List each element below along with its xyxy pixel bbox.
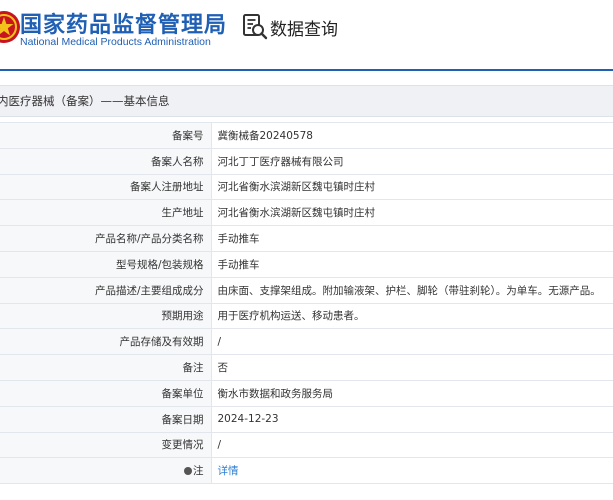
header-divider: [0, 69, 613, 71]
table-row: 备案单位 衡水市数据和政务服务局: [0, 379, 613, 407]
table-row: 备案人注册地址 河北省衡水滨湖新区魏屯镇时庄村: [0, 173, 613, 201]
national-emblem-icon: [0, 11, 20, 43]
table-row: 预期用途 用于医疗机构运送、移动患者。: [0, 302, 613, 330]
field-value: 河北省衡水滨湖新区魏屯镇时庄村: [211, 199, 613, 227]
document-search-icon: [243, 14, 268, 40]
field-label: 备案人名称: [0, 147, 212, 175]
field-value: 手动推车: [211, 250, 613, 278]
details-link[interactable]: 详情: [218, 465, 239, 477]
field-value: 河北省衡水滨湖新区魏屯镇时庄村: [211, 173, 613, 201]
field-value: 用于医疗机构运送、移动患者。: [211, 302, 613, 330]
field-value: 由床面、支撑架组成。附加输液架、护栏、脚轮（带驻刹轮）。为单车。无源产品。: [211, 276, 613, 304]
table-row: 型号规格/包装规格 手动推车: [0, 250, 613, 278]
field-label: 备案日期: [0, 405, 212, 433]
table-row: 注 详情: [0, 457, 613, 485]
field-value: 2024-12-23: [211, 405, 613, 433]
field-label: 生产地址: [0, 199, 212, 227]
table-row: 备注 否: [0, 354, 613, 381]
table-row: 备案日期 2024-12-23: [0, 405, 613, 433]
table-row: 备案号 冀衡械备20240578: [0, 122, 613, 149]
field-label: 产品描述/主要组成成分: [0, 276, 212, 304]
section-header: 内医疗器械（备案）——基本信息: [0, 85, 613, 117]
field-label: 型号规格/包装规格: [0, 250, 212, 278]
field-value: /: [211, 431, 613, 459]
field-label: 产品名称/产品分类名称: [0, 225, 212, 252]
details-table: 备案号 冀衡械备20240578 备案人名称 河北丁丁医疗器械有限公司 备案人注…: [0, 122, 613, 485]
table-row: 生产地址 河北省衡水滨湖新区魏屯镇时庄村: [0, 199, 613, 227]
field-value: 详情: [211, 457, 613, 485]
field-value: 河北丁丁医疗器械有限公司: [211, 147, 613, 175]
field-label: 备案人注册地址: [0, 173, 212, 201]
table-row: 备案人名称 河北丁丁医疗器械有限公司: [0, 147, 613, 175]
field-label: 产品存储及有效期: [0, 328, 212, 356]
field-label: 预期用途: [0, 302, 212, 330]
field-value: 衡水市数据和政务服务局: [211, 379, 613, 407]
table-row: 产品名称/产品分类名称 手动推车: [0, 225, 613, 252]
section-title: 内医疗器械（备案）——基本信息: [0, 94, 170, 108]
field-label: 备案号: [0, 122, 212, 149]
data-query-title: 数据查询: [270, 20, 338, 40]
table-row: 产品存储及有效期 /: [0, 328, 613, 356]
field-label: 备案单位: [0, 379, 212, 407]
field-label: 变更情况: [0, 431, 212, 459]
field-value: 否: [211, 354, 613, 381]
site-header: 国家药品监督管理局 National Medical Products Admi…: [0, 0, 613, 71]
field-value: 冀衡械备20240578: [211, 122, 613, 149]
note-icon: [184, 467, 192, 476]
table-row: 变更情况 /: [0, 431, 613, 459]
agency-name-cn: 国家药品监督管理局: [20, 13, 228, 38]
field-label: 备注: [0, 354, 212, 381]
table-row: 产品描述/主要组成成分 由床面、支撑架组成。附加输液架、护栏、脚轮（带驻刹轮）。…: [0, 276, 613, 304]
agency-name-en: National Medical Products Administration: [20, 36, 211, 48]
field-value: 手动推车: [211, 225, 613, 252]
field-value: /: [211, 328, 613, 356]
field-label: 注: [193, 465, 204, 478]
note-label-cell: 注: [0, 457, 212, 485]
